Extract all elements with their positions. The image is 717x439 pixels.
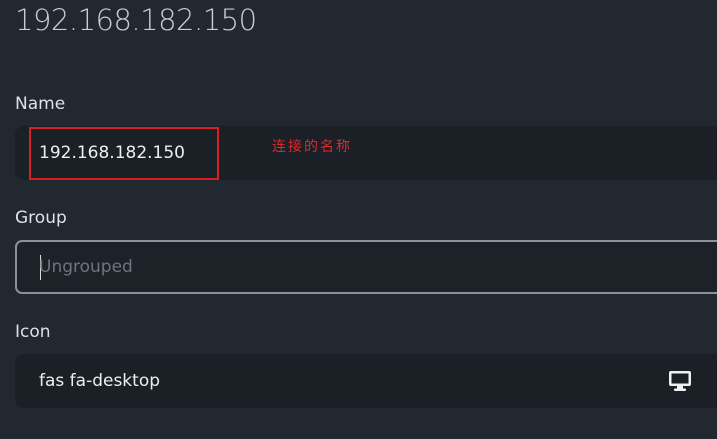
page-title: 192.168.182.150 bbox=[15, 3, 257, 37]
group-label: Group bbox=[15, 208, 67, 228]
name-annotation: 连接的名称 bbox=[272, 139, 352, 155]
desktop-icon[interactable] bbox=[669, 371, 691, 391]
icon-label: Icon bbox=[15, 322, 51, 342]
group-placeholder: Ungrouped bbox=[39, 257, 133, 277]
icon-field[interactable]: fas fa-desktop bbox=[15, 354, 717, 408]
group-field[interactable]: Ungrouped bbox=[15, 240, 717, 294]
icon-value: fas fa-desktop bbox=[39, 371, 161, 391]
name-highlight-box bbox=[29, 127, 219, 180]
name-label: Name bbox=[15, 94, 66, 114]
